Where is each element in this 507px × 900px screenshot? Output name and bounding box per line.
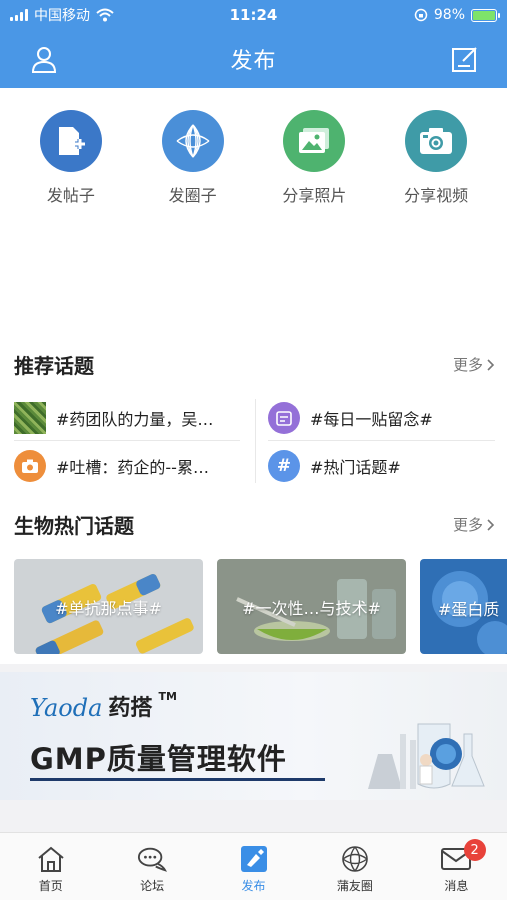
tab-home[interactable]: 首页 (0, 833, 101, 900)
brand-name: Yaoda (30, 694, 103, 722)
recommended-more-link[interactable]: 更多 (453, 354, 495, 375)
topic-text: #每日一贴留念# (310, 410, 433, 429)
signal-icon (10, 9, 28, 21)
topic-item[interactable]: # #热门话题# (268, 445, 496, 487)
action-label: 发圈子 (168, 186, 217, 205)
tab-label: 论坛 (140, 879, 165, 893)
post-icon (39, 110, 102, 172)
camera-icon (405, 110, 468, 172)
topic-item[interactable]: #药团队的力量，吴… (14, 397, 242, 439)
topic-text: #吐槽：药企的--累… (56, 458, 209, 477)
banner-ad[interactable]: Yaoda 药搭 TM GMP质量管理软件 (0, 672, 507, 800)
topic-text: #热门话题# (310, 458, 401, 477)
action-share-photo[interactable]: 分享照片 (259, 110, 369, 206)
user-profile-button[interactable] (28, 43, 60, 75)
action-label: 分享照片 (282, 186, 347, 205)
status-time: 11:24 (229, 6, 278, 24)
action-share-video[interactable]: 分享视频 (381, 110, 491, 206)
topic-card[interactable]: #单抗那点事# (14, 559, 203, 654)
tab-messages[interactable]: 消息 2 (406, 833, 507, 900)
more-label: 更多 (452, 516, 483, 534)
banner-headline: GMP质量管理软件 (30, 742, 287, 776)
user-icon (31, 47, 57, 73)
top-bar: 中国移动 11:24 98% 发布 (0, 0, 507, 88)
lab-illustration (368, 723, 485, 789)
section-title: 生物热门话题 (14, 514, 134, 538)
compose-button[interactable] (449, 43, 481, 75)
chevron-right-icon (487, 518, 495, 531)
tab-friends-circle[interactable]: 蒲友圈 (304, 833, 405, 900)
card-title: #单抗那点事# (55, 598, 162, 618)
brand-logo: Yaoda 药搭 TM (30, 690, 177, 722)
recommended-topics: #药团队的力量，吴… #每日一贴留念# #吐槽：药企的--累… # #热门话题# (14, 393, 495, 489)
daily-icon (268, 402, 300, 434)
circle-icon (161, 110, 224, 172)
publish-actions: 发帖子 发圈子 分享照片 分享视频 (0, 88, 507, 206)
tab-label: 消息 (444, 879, 469, 893)
publish-icon (240, 846, 267, 872)
thumbnail-icon (14, 402, 46, 434)
banner-underline (30, 778, 325, 781)
tab-label: 发布 (241, 879, 266, 893)
content-panel: 发帖子 发圈子 分享照片 分享视频 推荐话题 更多 #药团队的力量，吴… #每日… (0, 88, 507, 664)
action-circle[interactable]: 发圈子 (138, 110, 248, 206)
tab-label: 蒲友圈 (336, 879, 373, 893)
topic-card[interactable]: #蛋白质 (420, 559, 507, 654)
more-label: 更多 (452, 356, 483, 374)
bio-hot-header: 生物热门话题 更多 (14, 510, 495, 539)
chevron-right-icon (487, 358, 495, 371)
divider (255, 399, 256, 483)
camera-icon (14, 450, 46, 482)
section-title: 推荐话题 (14, 354, 94, 378)
topic-item[interactable]: #吐槽：药企的--累… (14, 445, 242, 487)
action-post[interactable]: 发帖子 (16, 110, 126, 206)
topic-item[interactable]: #每日一贴留念# (268, 397, 496, 439)
friends-circle-icon (342, 846, 368, 872)
tab-forum[interactable]: 论坛 (101, 833, 202, 900)
wifi-icon (96, 8, 114, 22)
battery-icon (471, 8, 500, 22)
page-title: 发布 (230, 49, 277, 74)
bio-hot-cards: #单抗那点事# #一次性…与技术# #蛋白质 (14, 559, 507, 654)
tab-publish[interactable]: 发布 (203, 833, 304, 900)
carrier-label: 中国移动 (34, 8, 90, 24)
orientation-lock-icon (414, 8, 428, 22)
header: 发布 (0, 30, 507, 88)
topic-text: #药团队的力量，吴… (56, 410, 214, 429)
bio-hot-more-link[interactable]: 更多 (453, 514, 495, 535)
home-icon (38, 846, 64, 872)
card-title: #蛋白质 (438, 600, 500, 619)
divider (268, 440, 495, 441)
edit-icon (452, 47, 477, 72)
status-bar: 中国移动 11:24 98% (0, 0, 507, 30)
unread-badge: 2 (463, 839, 486, 861)
photo-icon (283, 110, 346, 172)
divider (14, 440, 240, 441)
forum-icon (138, 847, 168, 872)
topic-card[interactable]: #一次性…与技术# (217, 559, 406, 654)
tab-bar: 首页 论坛 发布 蒲友圈 消息 2 (0, 832, 507, 900)
tab-label: 首页 (38, 879, 63, 893)
action-label: 分享视频 (404, 186, 469, 205)
battery-percent: 98% (433, 7, 465, 23)
trademark: TM (158, 690, 177, 703)
recommended-header: 推荐话题 更多 (14, 350, 495, 379)
brand-cn: 药搭 (108, 696, 153, 721)
hashtag-icon: # (268, 450, 300, 482)
card-title: #一次性…与技术# (242, 598, 381, 618)
action-label: 发帖子 (46, 186, 95, 205)
